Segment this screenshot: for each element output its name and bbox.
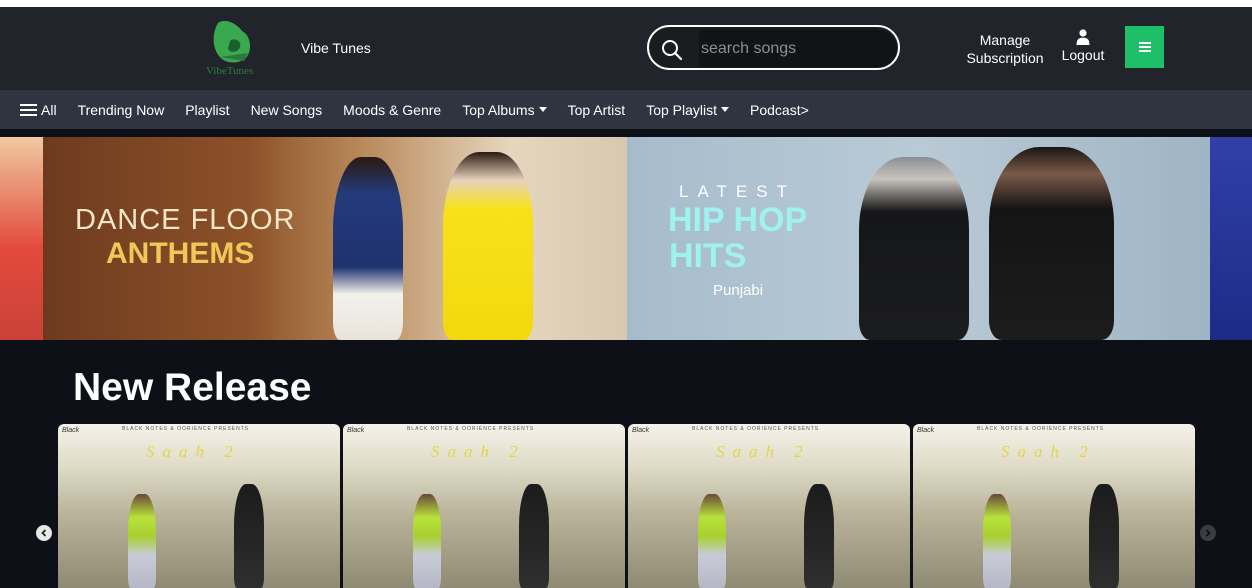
cover-presenter-text: BLACK NOTES & OORIENCE PRESENTS xyxy=(692,426,820,432)
header: VibeTunes Vibe Tunes Manage Subscription… xyxy=(0,7,1252,90)
nav-new-songs[interactable]: New Songs xyxy=(251,102,323,118)
chevron-right-icon xyxy=(1205,529,1211,537)
cover-presenter-text: BLACK NOTES & OORIENCE PRESENTS xyxy=(977,426,1105,432)
banner-title-line1: HIP HOP xyxy=(668,201,808,239)
spacer xyxy=(0,129,1252,137)
search-input[interactable] xyxy=(699,30,897,67)
label-logo: Black xyxy=(347,427,365,434)
nav-label: Trending Now xyxy=(77,101,165,118)
banner-prev-peek[interactable] xyxy=(0,137,43,340)
nav-label: Playlist xyxy=(185,101,230,118)
album-card[interactable]: Black BLACK NOTES & OORIENCE PRESENTS Sa… xyxy=(628,424,910,588)
nav-podcast[interactable]: Podcast> xyxy=(750,102,809,118)
nav-playlist[interactable]: Playlist xyxy=(185,102,229,118)
cover-presenter-text: BLACK NOTES & OORIENCE PRESENTS xyxy=(407,426,535,432)
album-card[interactable]: Black BLACK NOTES & OORIENCE PRESENTS Sa… xyxy=(913,424,1195,588)
banner-dance-floor-anthems[interactable]: DANCE FLOOR ANTHEMS xyxy=(43,137,627,340)
banner-subtitle: Punjabi xyxy=(713,282,764,299)
label-logo: Black xyxy=(917,427,935,434)
album-card[interactable]: Black BLACK NOTES & OORIENCE PRESENTS Sa… xyxy=(58,424,340,588)
cover-figure xyxy=(1089,484,1119,588)
carousel-prev-button[interactable] xyxy=(36,525,52,541)
caret-down-icon xyxy=(721,107,729,112)
nav-label: New Songs xyxy=(250,101,323,118)
nav-top-artist[interactable]: Top Artist xyxy=(568,102,626,118)
carousel-next-button[interactable] xyxy=(1200,525,1216,541)
cover-figure xyxy=(698,494,726,588)
manage-subscription-link[interactable]: Manage Subscription xyxy=(964,31,1046,67)
banner-title-line2: ANTHEMS xyxy=(106,237,255,270)
label-logo: Black xyxy=(62,427,80,434)
cover-figure xyxy=(234,484,264,588)
manage-label-line1: Manage xyxy=(979,32,1031,48)
cover-figure xyxy=(983,494,1011,588)
nav-label: Top Artist xyxy=(567,101,626,118)
banner-latest-hip-hop-hits[interactable]: LATEST HIP HOP HITS Punjabi xyxy=(627,137,1210,340)
nav-label: Moods & Genre xyxy=(343,101,442,118)
nav-label: Top Albums xyxy=(462,101,535,118)
label-logo: Black xyxy=(632,427,650,434)
new-release-list: Black BLACK NOTES & OORIENCE PRESENTS Sa… xyxy=(58,424,1198,588)
logo-text: VibeTunes xyxy=(206,65,254,77)
nav-trending-now[interactable]: Trending Now xyxy=(78,102,165,118)
banner-figure xyxy=(989,147,1114,340)
cover-figure xyxy=(519,484,549,588)
nav-label: Top Playlist xyxy=(646,101,717,118)
banner-figure xyxy=(443,152,533,340)
banner-title-line1: DANCE FLOOR xyxy=(75,204,296,236)
nav-all-label: All xyxy=(41,101,57,118)
cover-figure xyxy=(804,484,834,588)
brand-name[interactable]: Vibe Tunes xyxy=(301,40,371,56)
caret-down-icon xyxy=(538,107,547,112)
main-nav: All Trending Now Playlist New Songs Mood… xyxy=(0,90,1252,129)
banner-figure xyxy=(859,157,969,340)
top-strip xyxy=(0,0,1252,7)
hamburger-icon xyxy=(20,103,37,116)
logout-label: Logout xyxy=(1061,47,1105,63)
hamburger-icon xyxy=(1138,42,1151,52)
logout-button[interactable]: Logout xyxy=(1058,29,1108,63)
nav-label: Podcast> xyxy=(750,101,809,118)
banner-next-peek[interactable] xyxy=(1210,137,1252,340)
banner-title: HIP HOP HITS xyxy=(668,202,807,274)
search-icon[interactable] xyxy=(661,39,683,61)
cover-figure xyxy=(413,494,441,588)
banner-figure xyxy=(333,157,403,340)
banner-latest-text: LATEST xyxy=(679,182,796,201)
album-cover-title: Saah 2 xyxy=(146,442,241,461)
nav-all[interactable]: All xyxy=(20,102,57,118)
banner-carousel: DANCE FLOOR ANTHEMS LATEST HIP HOP HITS … xyxy=(0,137,1252,340)
nav-moods-genre[interactable]: Moods & Genre xyxy=(343,102,441,118)
cover-presenter-text: BLACK NOTES & OORIENCE PRESENTS xyxy=(122,426,250,432)
album-card[interactable]: Black BLACK NOTES & OORIENCE PRESENTS Sa… xyxy=(343,424,625,588)
album-cover-title: Saah 2 xyxy=(431,442,526,461)
nav-top-playlist[interactable]: Top Playlist xyxy=(646,102,729,118)
user-icon xyxy=(1076,29,1090,45)
search-box[interactable] xyxy=(647,25,900,70)
chevron-left-icon xyxy=(41,529,47,537)
section-title: New Release xyxy=(73,366,312,409)
album-cover-title: Saah 2 xyxy=(716,442,811,461)
menu-button[interactable] xyxy=(1125,26,1164,68)
album-cover-title: Saah 2 xyxy=(1001,442,1096,461)
manage-label-line2: Subscription xyxy=(966,50,1044,66)
banner-title-line2: HITS xyxy=(669,237,747,275)
nav-top-albums[interactable]: Top Albums xyxy=(462,101,547,118)
cover-figure xyxy=(128,494,156,588)
